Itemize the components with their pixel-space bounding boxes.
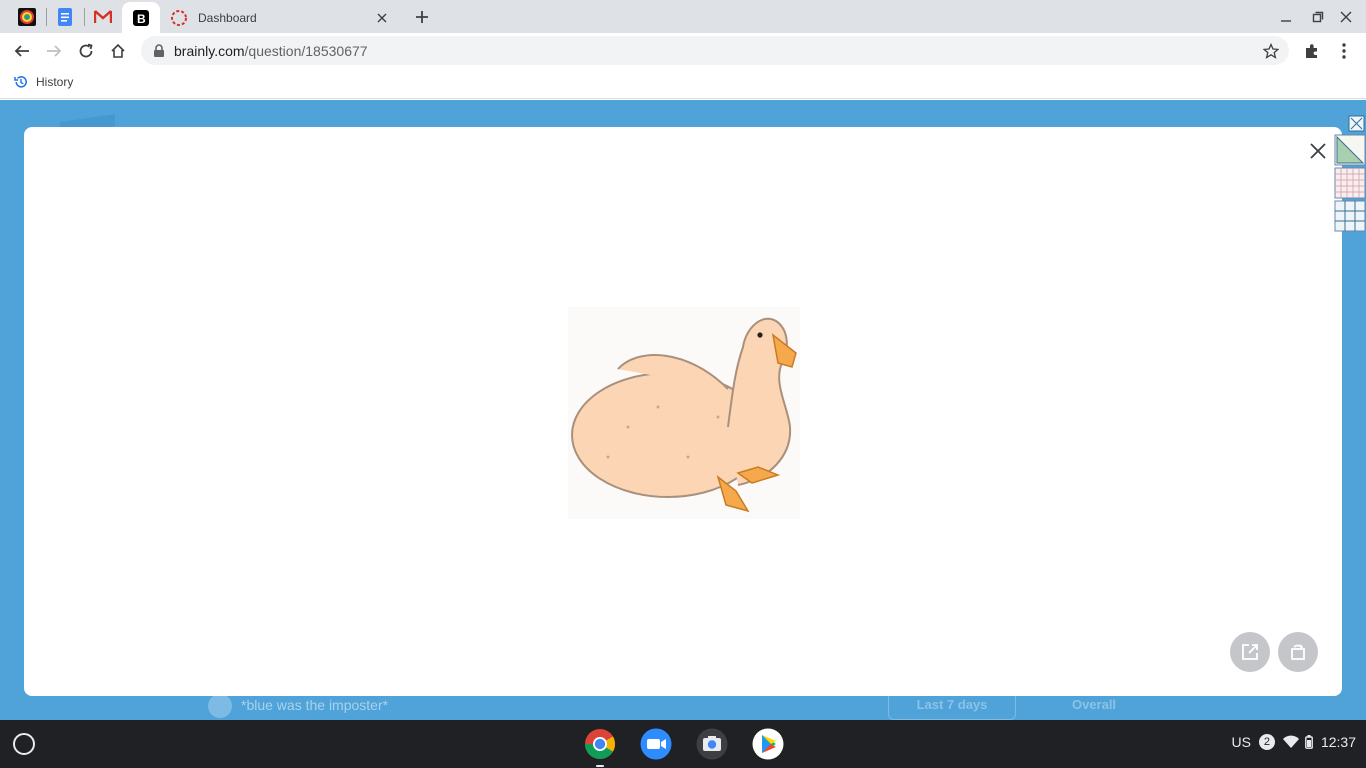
grid-tool-icon (1334, 167, 1366, 199)
url-text: brainly.com/question/18530677 (174, 43, 368, 59)
battery-icon (1305, 735, 1313, 749)
close-window-button[interactable] (1334, 6, 1358, 28)
clock-time: 12:37 (1320, 734, 1356, 750)
home-icon (111, 43, 125, 58)
launcher-button[interactable] (13, 733, 35, 755)
svg-text:B: B (137, 12, 146, 26)
address-bar[interactable]: brainly.com/question/18530677 (141, 36, 1289, 65)
google-docs-icon (58, 8, 72, 26)
puzzle-icon (1306, 44, 1317, 58)
avatar (208, 694, 232, 718)
status-tray[interactable]: US 2 12:37 (1231, 734, 1356, 750)
lock-icon (154, 43, 164, 57)
menu-button[interactable] (1330, 37, 1358, 65)
tab-strip: B Dashboard (0, 0, 1366, 33)
reload-icon (79, 43, 93, 58)
table-tool-icon (1334, 200, 1366, 232)
extensions-button[interactable] (1298, 37, 1326, 65)
gmail-icon (94, 10, 112, 23)
close-tab-icon[interactable] (372, 8, 392, 28)
rotate-image-button[interactable] (1278, 632, 1318, 672)
wifi-icon (1282, 735, 1299, 748)
open-in-new-icon (1242, 644, 1258, 660)
side-tool-strip (1333, 115, 1366, 233)
keyboard-locale: US (1231, 734, 1251, 750)
brainly-page: *blue was the imposter* Last 7 days Over… (0, 100, 1366, 720)
minimize-icon (1281, 20, 1291, 22)
shelf-app-zoom[interactable] (639, 727, 673, 761)
image-viewer-modal (24, 127, 1342, 696)
shelf-app-play-store[interactable] (751, 727, 785, 761)
tab-pinned-brainly[interactable]: B (122, 2, 160, 33)
url-domain: brainly.com (174, 42, 245, 59)
colorful-app-icon (18, 8, 36, 26)
shelf-app-camera[interactable] (695, 727, 729, 761)
new-tab-button[interactable] (410, 5, 434, 29)
chrome-icon (585, 729, 616, 760)
brainly-icon: B (133, 9, 149, 26)
restore-icon (1312, 11, 1324, 23)
tab-pinned-gmail[interactable] (84, 4, 122, 30)
bookmark-star-icon[interactable] (1263, 42, 1279, 59)
system-shelf: US 2 12:37 (0, 720, 1366, 768)
notification-count-badge: 2 (1258, 734, 1275, 750)
comment-text: *blue was the imposter* (241, 697, 389, 713)
restore-button[interactable] (1306, 6, 1330, 28)
tab-dashboard[interactable]: Dashboard (160, 2, 400, 33)
rotate-image-icon (1291, 644, 1305, 660)
back-button[interactable] (8, 37, 36, 65)
tab-title: Dashboard (198, 10, 257, 25)
arrow-back-icon (14, 45, 29, 57)
url-path: /question/18530677 (244, 42, 368, 59)
tab-pinned-google-docs[interactable] (46, 4, 84, 30)
home-button[interactable] (104, 37, 132, 65)
modal-close-button[interactable] (1306, 139, 1330, 163)
bookmark-history[interactable]: History (14, 75, 73, 89)
camera-icon (696, 728, 728, 760)
forward-button[interactable] (40, 37, 68, 65)
minimize-button[interactable] (1274, 6, 1298, 28)
plus-icon (416, 11, 428, 23)
dashboard-favicon-icon (171, 9, 187, 26)
reload-button[interactable] (72, 37, 100, 65)
more-vert-icon (1342, 43, 1346, 59)
close-icon (1310, 143, 1326, 159)
play-store-icon (752, 728, 784, 760)
open-in-new-button[interactable] (1230, 632, 1270, 672)
browser-toolbar: brainly.com/question/18530677 (0, 33, 1366, 69)
bookmarks-bar: History (0, 69, 1366, 99)
tab-pinned-colorful-app[interactable] (8, 4, 46, 30)
bookmark-label: History (36, 75, 74, 89)
arrow-forward-icon (47, 45, 62, 57)
history-icon (14, 76, 27, 88)
shelf-app-chrome[interactable] (583, 727, 617, 767)
duck-image (568, 307, 800, 519)
zoom-icon (640, 728, 672, 760)
close-icon (1340, 11, 1352, 23)
